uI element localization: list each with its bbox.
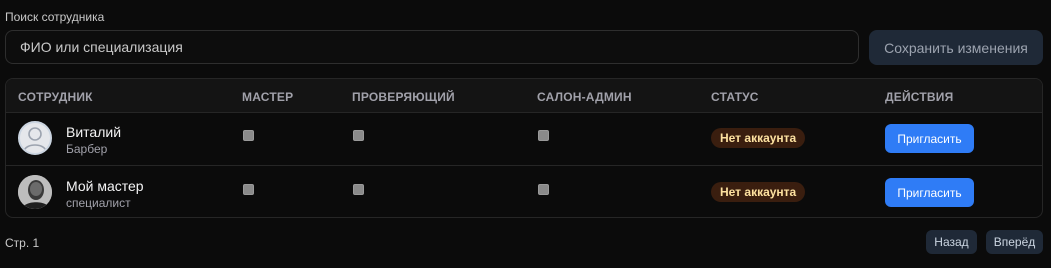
column-header-salon-admin: САЛОН-АДМИН: [537, 90, 632, 104]
column-header-actions: ДЕЙСТВИЯ: [885, 90, 954, 104]
invite-button[interactable]: Пригласить: [885, 178, 974, 207]
search-input[interactable]: [5, 30, 859, 64]
column-header-status: СТАТУС: [711, 90, 759, 104]
table-row: Виталий Барбер Нет аккаунта Пригласить: [6, 112, 1042, 165]
table-row: Мой мастер специалист Нет аккаунта Пригл…: [6, 165, 1042, 217]
status-badge: Нет аккаунта: [711, 182, 806, 202]
invite-button[interactable]: Пригласить: [885, 124, 974, 153]
page-indicator: Стр. 1: [5, 236, 40, 250]
save-changes-button[interactable]: Сохранить изменения: [869, 30, 1043, 65]
reviewer-checkbox[interactable]: [353, 184, 364, 195]
next-page-button[interactable]: Вперёд: [986, 230, 1043, 254]
employee-name: Мой мастер: [66, 178, 144, 194]
column-header-reviewer: ПРОВЕРЯЮЩИЙ: [352, 90, 455, 104]
search-label: Поиск сотрудника: [5, 10, 105, 24]
salon-admin-checkbox[interactable]: [538, 130, 549, 141]
default-user-icon: [18, 121, 52, 155]
master-checkbox[interactable]: [243, 130, 254, 141]
table-header: СОТРУДНИК МАСТЕР ПРОВЕРЯЮЩИЙ САЛОН-АДМИН…: [6, 79, 1042, 113]
salon-admin-checkbox[interactable]: [538, 184, 549, 195]
column-header-master: МАСТЕР: [242, 90, 294, 104]
employee-role: специалист: [66, 196, 131, 210]
column-header-employee: СОТРУДНИК: [18, 90, 93, 104]
reviewer-checkbox[interactable]: [353, 130, 364, 141]
master-checkbox[interactable]: [243, 184, 254, 195]
employee-role: Барбер: [66, 142, 108, 156]
prev-page-button[interactable]: Назад: [926, 230, 977, 254]
photo-avatar: [18, 175, 52, 209]
employees-table: СОТРУДНИК МАСТЕР ПРОВЕРЯЮЩИЙ САЛОН-АДМИН…: [5, 78, 1043, 218]
status-badge: Нет аккаунта: [711, 128, 806, 148]
employee-name: Виталий: [66, 124, 122, 140]
